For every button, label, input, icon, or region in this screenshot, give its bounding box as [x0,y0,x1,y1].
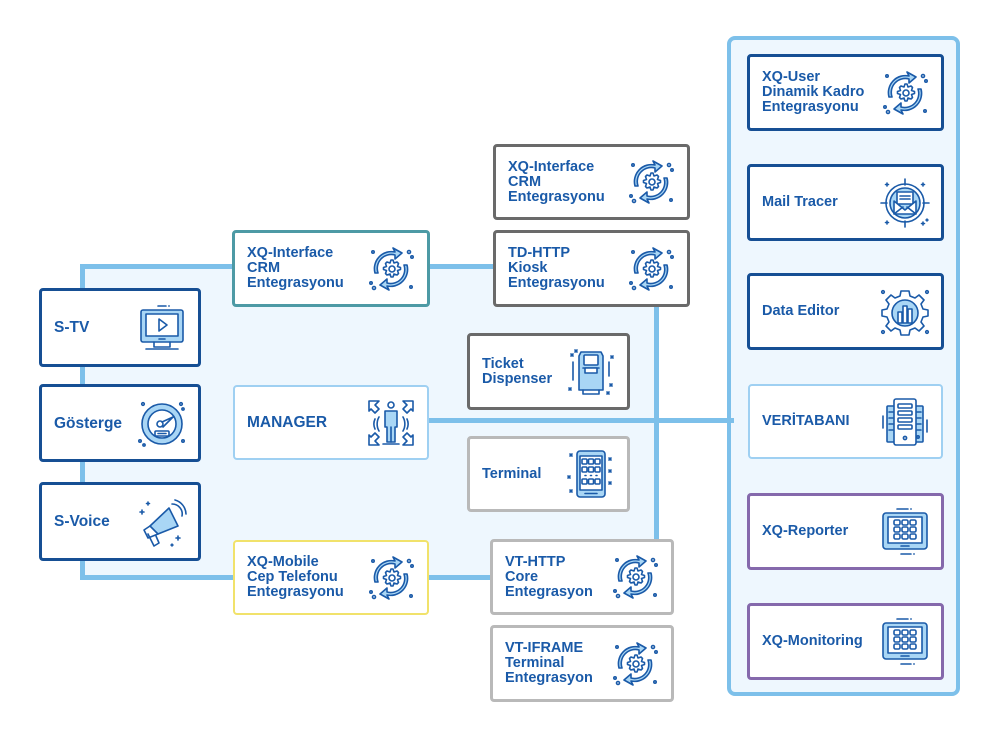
node-label: VT-IFRAME Terminal Entegrasyon [505,640,593,686]
node-xq-monitoring[interactable]: XQ-Monitoring [747,603,944,680]
node-label: XQ-Mobile Cep Telefonu Entegrasyonu [247,554,344,600]
node-label: Terminal [482,465,542,482]
node-label: VT-HTTP Core Entegrasyon [505,553,593,600]
tablet-grid-icon [879,616,931,668]
node-label: Data Editor [762,303,840,319]
node-gosterge[interactable]: Gösterge [39,384,201,462]
backend-services-panel [727,36,960,696]
sync-gear-icon [625,156,677,208]
node-label: Ticket Dispenser [482,355,553,387]
sync-gear-icon [609,551,661,603]
node-label: S-Voice [54,513,110,530]
gear-chart-icon [879,286,931,338]
node-data-editor[interactable]: Data Editor [747,273,944,350]
node-xq-mobile[interactable]: XQ-Mobile Cep Telefonu Entegrasyonu [233,540,429,615]
tv-play-icon [136,302,188,354]
sync-gear-icon [365,243,417,295]
node-td-http[interactable]: TD-HTTP Kiosk Entegrasyonu [493,230,690,307]
node-label: XQ-User Dinamik Kadro Entegrasyonu [762,69,865,115]
node-label: S-TV [54,319,90,336]
node-xq-reporter[interactable]: XQ-Reporter [747,493,944,570]
tablet-grid-icon [879,506,931,558]
megaphone-icon [136,496,188,548]
tablet-grid-icon [565,448,617,500]
node-label: TD-HTTP Kiosk Entegrasyonu [508,245,605,291]
node-label: VERİTABANI [762,413,850,429]
node-vt-http[interactable]: VT-HTTP Core Entegrasyon [490,539,674,615]
node-s-voice[interactable]: S-Voice [39,482,201,561]
node-label: XQ-Reporter [762,523,849,539]
node-manager[interactable]: MANAGER [233,385,429,460]
node-vt-iframe[interactable]: VT-IFRAME Terminal Entegrasyon [490,625,674,702]
node-label: Mail Tracer [762,194,838,210]
sync-gear-icon [365,552,417,604]
node-ticket-dispenser[interactable]: Ticket Dispenser [467,333,630,410]
database-servers-icon [879,396,931,448]
node-veritabani[interactable]: VERİTABANI [748,384,943,459]
node-xq-interface-crm-top[interactable]: XQ-Interface CRM Entegrasyonu [493,144,690,220]
sync-gear-icon [625,243,677,295]
node-s-tv[interactable]: S-TV [39,288,201,367]
node-label: MANAGER [247,414,328,431]
node-terminal[interactable]: Terminal [467,436,630,512]
node-label: XQ-Interface CRM Entegrasyonu [247,245,344,291]
node-label: XQ-Interface CRM Entegrasyonu [508,158,605,205]
gauge-icon [136,397,188,449]
node-xq-user[interactable]: XQ-User Dinamik Kadro Entegrasyonu [747,54,944,131]
sync-gear-icon [879,67,931,119]
mail-target-icon [879,177,931,229]
sync-gear-icon [609,638,661,690]
node-label: Gösterge [54,414,123,432]
connector-manager-veritabani [428,418,734,423]
manager-person-icon [365,397,417,449]
node-mail-tracer[interactable]: Mail Tracer [747,164,944,241]
kiosk-icon [565,346,617,398]
connector-td-http-vt-http [654,302,659,542]
node-xq-interface-crm-left[interactable]: XQ-Interface CRM Entegrasyonu [232,230,430,307]
node-label: XQ-Monitoring [762,633,863,649]
